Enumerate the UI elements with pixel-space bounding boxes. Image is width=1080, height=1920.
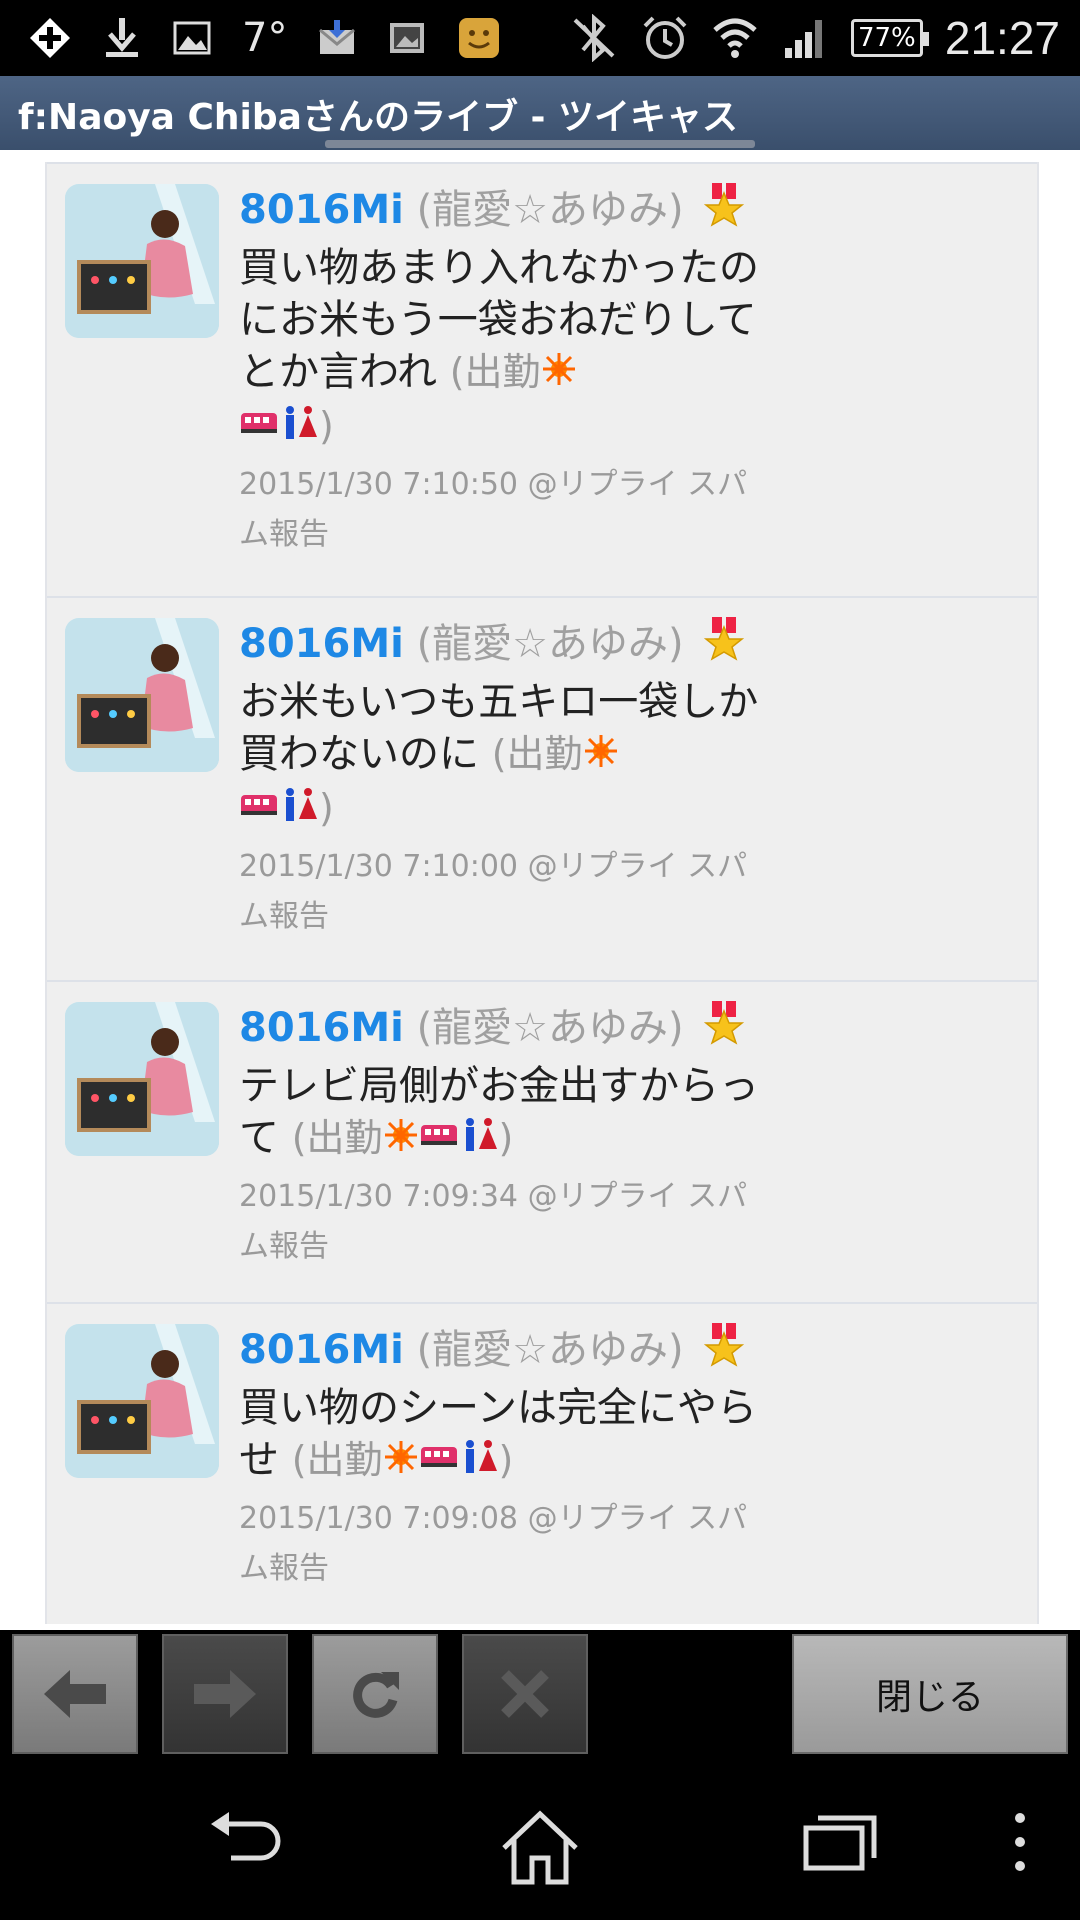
user-id-link[interactable]: 8016Mi bbox=[239, 187, 404, 233]
photo-icon bbox=[387, 18, 427, 58]
arrow-left-icon bbox=[44, 1670, 106, 1718]
forward-button[interactable] bbox=[162, 1634, 288, 1754]
medal-icon bbox=[704, 1322, 745, 1382]
back-nav-icon[interactable] bbox=[205, 1810, 281, 1878]
status-bar: 7° 77% 21:27 bbox=[0, 0, 1080, 76]
temperature-text: 7° bbox=[242, 15, 288, 61]
sun-icon bbox=[541, 348, 577, 400]
mail-icon bbox=[317, 18, 357, 58]
medal-icon bbox=[704, 182, 745, 242]
close-button[interactable]: 閉じる bbox=[792, 1634, 1068, 1754]
comment-item: 8016Mi (龍愛☆あゆみ) お米もいつも五キロ一袋しか買わないのに (出勤 … bbox=[47, 596, 1037, 980]
menu-dots-icon[interactable] bbox=[1010, 1810, 1030, 1878]
emoji-face-icon bbox=[457, 16, 501, 60]
image-icon bbox=[172, 18, 212, 58]
restroom-icon bbox=[279, 402, 319, 454]
bluetooth-off-icon bbox=[569, 14, 619, 62]
reply-link[interactable]: @リプライ bbox=[528, 1501, 678, 1536]
user-id-link[interactable]: 8016Mi bbox=[239, 1005, 404, 1051]
restroom-icon bbox=[459, 1114, 499, 1166]
arrow-right-icon bbox=[194, 1670, 256, 1718]
add-icon bbox=[28, 16, 72, 60]
sun-icon bbox=[383, 1114, 419, 1166]
close-x-icon bbox=[501, 1670, 549, 1718]
download-icon bbox=[102, 16, 142, 60]
battery-icon: 77% bbox=[850, 19, 929, 57]
user-name: (龍愛☆あゆみ) bbox=[416, 621, 684, 667]
train-icon bbox=[239, 402, 279, 454]
comment-item: 8016Mi (龍愛☆あゆみ) テレビ局側がお金出すからって (出勤) 2015… bbox=[47, 980, 1037, 1302]
status-open: (出勤 bbox=[449, 349, 541, 394]
train-icon bbox=[419, 1114, 459, 1166]
wifi-icon bbox=[711, 16, 759, 60]
comment-item: 8016Mi (龍愛☆あゆみ) 買い物あまり入れなかったのにお米もう一袋おねだり… bbox=[47, 162, 1037, 596]
user-id-link[interactable]: 8016Mi bbox=[239, 1327, 404, 1373]
comment-timestamp: 2015/1/30 7:09:08 bbox=[239, 1500, 519, 1536]
reply-link[interactable]: @リプライ bbox=[528, 467, 678, 502]
medal-icon bbox=[704, 1000, 745, 1060]
page-content[interactable]: 8016Mi (龍愛☆あゆみ) 買い物あまり入れなかったのにお米もう一袋おねだり… bbox=[0, 150, 1080, 1630]
status-open: (出勤 bbox=[291, 1437, 383, 1482]
page-title: f:Naoya Chibaさんのライブ - ツイキャス bbox=[18, 97, 738, 138]
reply-link[interactable]: @リプライ bbox=[528, 849, 678, 884]
user-avatar[interactable] bbox=[65, 184, 219, 338]
user-id-link[interactable]: 8016Mi bbox=[239, 621, 404, 667]
train-icon bbox=[419, 1436, 459, 1488]
alarm-icon bbox=[641, 14, 689, 62]
comment-timestamp: 2015/1/30 7:10:00 bbox=[239, 848, 519, 884]
user-name: (龍愛☆あゆみ) bbox=[416, 187, 684, 233]
reload-button[interactable] bbox=[312, 1634, 438, 1754]
reply-link[interactable]: @リプライ bbox=[528, 1179, 678, 1214]
sun-icon bbox=[583, 730, 619, 782]
restroom-icon bbox=[279, 784, 319, 836]
browser-toolbar: 閉じる bbox=[0, 1630, 1080, 1770]
user-name: (龍愛☆あゆみ) bbox=[416, 1005, 684, 1051]
user-name: (龍愛☆あゆみ) bbox=[416, 1327, 684, 1373]
battery-level: 77% bbox=[857, 23, 916, 53]
system-nav-bar bbox=[0, 1770, 1080, 1920]
comment-list: 8016Mi (龍愛☆あゆみ) 買い物あまり入れなかったのにお米もう一袋おねだり… bbox=[45, 162, 1039, 1624]
reload-icon bbox=[353, 1672, 399, 1718]
status-close: ) bbox=[498, 1437, 514, 1482]
medal-icon bbox=[704, 616, 745, 676]
status-close: ) bbox=[319, 785, 334, 830]
user-avatar[interactable] bbox=[65, 1002, 219, 1156]
user-avatar[interactable] bbox=[65, 1324, 219, 1478]
status-open: (出勤 bbox=[291, 1115, 383, 1160]
comment-item: 8016Mi (龍愛☆あゆみ) 買い物のシーンは完全にやらせ (出勤) 2015… bbox=[47, 1302, 1037, 1624]
train-icon bbox=[239, 784, 279, 836]
stop-button[interactable] bbox=[462, 1634, 588, 1754]
title-progress-bar bbox=[325, 140, 755, 148]
comment-timestamp: 2015/1/30 7:10:50 bbox=[239, 466, 519, 502]
comment-timestamp: 2015/1/30 7:09:34 bbox=[239, 1178, 519, 1214]
browser-title-bar: f:Naoya Chibaさんのライブ - ツイキャス bbox=[0, 76, 1080, 150]
status-close: ) bbox=[319, 403, 334, 448]
home-nav-icon[interactable] bbox=[500, 1810, 580, 1890]
signal-icon bbox=[781, 16, 829, 60]
user-avatar[interactable] bbox=[65, 618, 219, 772]
sun-icon bbox=[383, 1436, 419, 1488]
restroom-icon bbox=[459, 1436, 499, 1488]
status-open: (出勤 bbox=[491, 731, 583, 776]
clock-text: 21:27 bbox=[944, 12, 1060, 64]
recent-apps-icon[interactable] bbox=[802, 1810, 878, 1878]
back-button[interactable] bbox=[12, 1634, 138, 1754]
status-close: ) bbox=[498, 1115, 514, 1160]
